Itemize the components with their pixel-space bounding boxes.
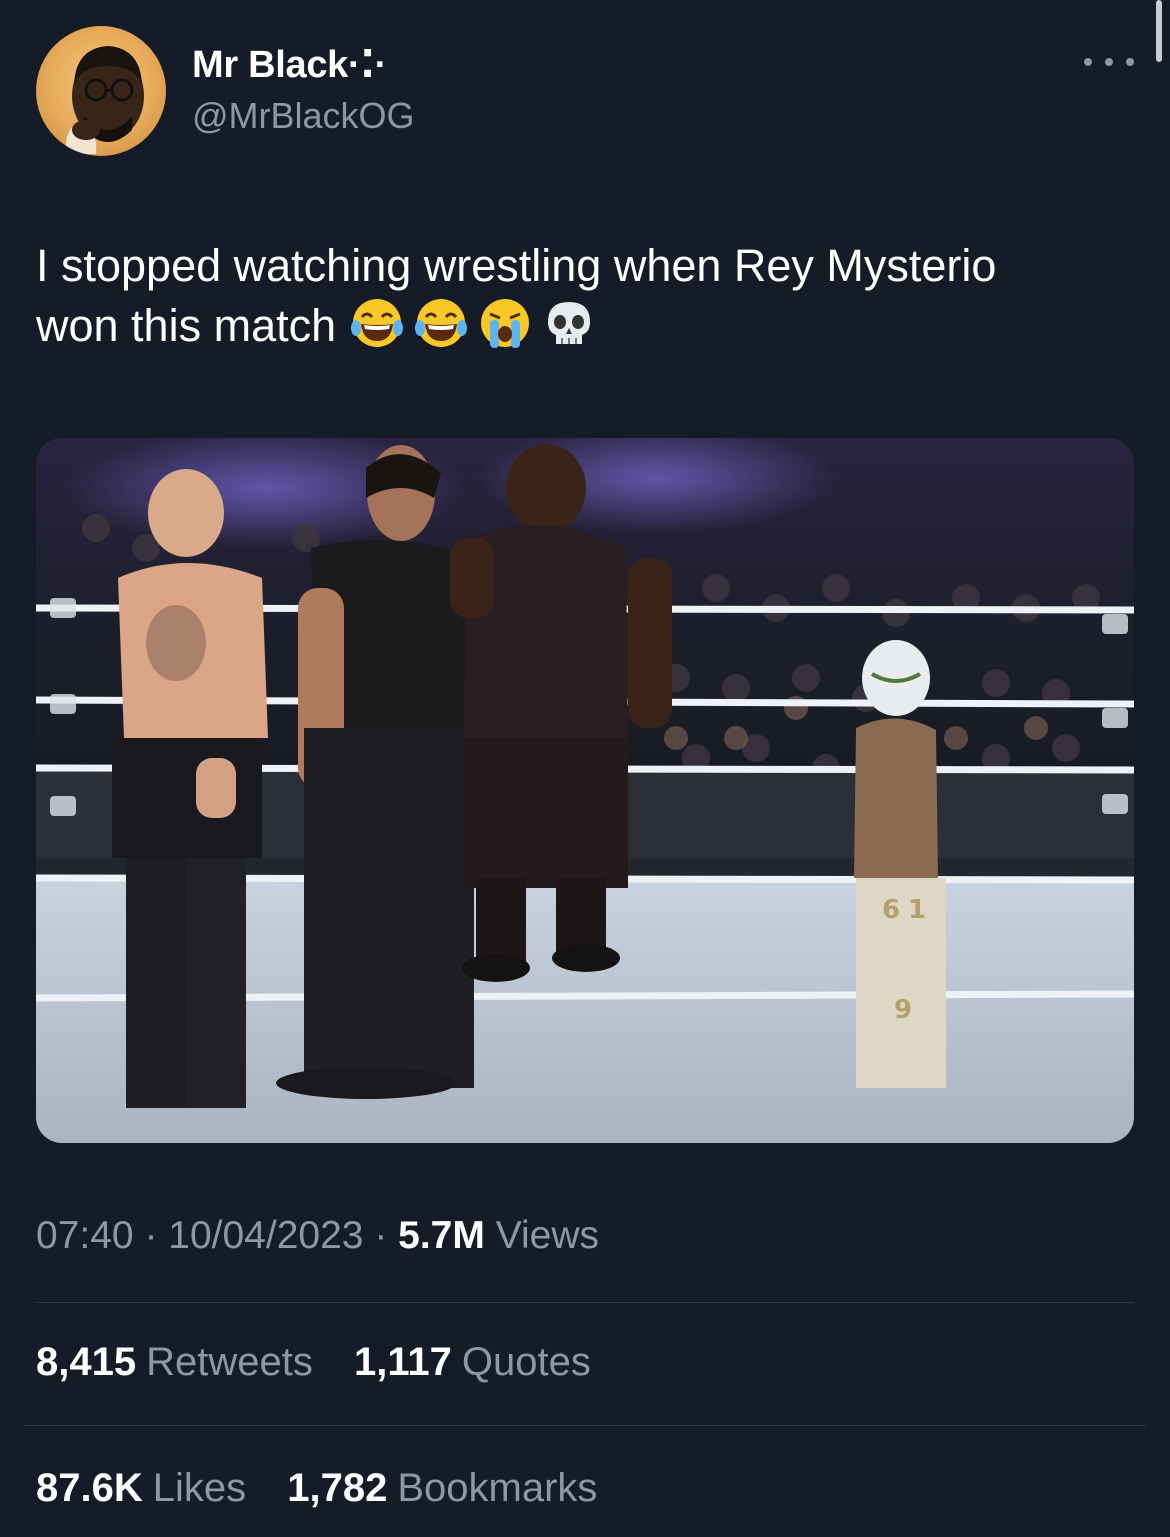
tweet-date[interactable]: 10/04/2023 — [168, 1214, 363, 1257]
meta-separator: · — [133, 1214, 169, 1257]
likes-label: Likes — [152, 1466, 247, 1510]
bookmarks-stat[interactable]: 1,782 Bookmarks — [287, 1466, 597, 1511]
divider — [36, 1302, 1134, 1303]
user-handle[interactable]: @MrBlackOG — [192, 95, 415, 137]
likes-count: 87.6K — [36, 1466, 143, 1510]
tweet-text-line-2-row: won this match — [36, 296, 1136, 356]
svg-text:9: 9 — [894, 995, 912, 1025]
more-options-button[interactable] — [1084, 52, 1134, 72]
avatar-portrait-icon — [65, 46, 144, 154]
svg-text:6: 6 — [882, 895, 900, 925]
laughing-tears-emoji-icon — [414, 296, 468, 350]
divider — [24, 1425, 1146, 1426]
retweets-stat[interactable]: 8,415 Retweets — [36, 1340, 313, 1385]
retweets-count: 8,415 — [36, 1340, 137, 1384]
views-count: 5.7M — [398, 1214, 485, 1257]
svg-text:1: 1 — [908, 895, 926, 925]
tweet-text: I stopped watching wrestling when Rey My… — [36, 236, 1136, 356]
tweet-header: Mr Black·⁚· @MrBlackOG — [36, 26, 1134, 158]
likes-stat[interactable]: 87.6K Likes — [36, 1466, 246, 1511]
quotes-label: Quotes — [461, 1340, 591, 1384]
skull-emoji-icon — [542, 296, 596, 350]
bookmarks-count: 1,782 — [287, 1466, 388, 1510]
tweet-time[interactable]: 07:40 — [36, 1214, 134, 1257]
tweet-text-line-1: I stopped watching wrestling when Rey My… — [36, 240, 997, 291]
likes-bookmarks-row: 87.6K Likes 1,782 Bookmarks — [36, 1466, 627, 1511]
more-dot-icon — [1084, 58, 1092, 66]
views-label: Views — [484, 1214, 600, 1257]
more-dot-icon — [1126, 58, 1134, 66]
retweets-quotes-row: 8,415 Retweets 1,117 Quotes — [36, 1340, 621, 1385]
avatar[interactable] — [36, 26, 166, 156]
user-block[interactable]: Mr Black·⁚· @MrBlackOG — [192, 42, 415, 137]
more-dot-icon — [1105, 58, 1113, 66]
display-name[interactable]: Mr Black·⁚· — [192, 42, 415, 87]
tweet-media-image[interactable]: 6 1 9 — [36, 438, 1134, 1143]
tweet-meta: 07:40 · 10/04/2023 · 5.7M Views — [36, 1214, 599, 1258]
quotes-stat[interactable]: 1,117 Quotes — [354, 1340, 591, 1385]
bookmarks-label: Bookmarks — [397, 1466, 598, 1510]
wrestling-ring-photo: 6 1 9 — [36, 438, 1134, 1143]
quotes-count: 1,117 — [353, 1340, 452, 1384]
emoji-row — [350, 296, 596, 350]
retweets-label: Retweets — [146, 1340, 313, 1384]
loudly-crying-emoji-icon — [478, 296, 532, 350]
meta-separator: · — [363, 1214, 399, 1257]
tweet-text-line-2: won this match — [36, 300, 337, 351]
scrollbar[interactable] — [1156, 0, 1162, 62]
laughing-tears-emoji-icon — [350, 296, 404, 350]
